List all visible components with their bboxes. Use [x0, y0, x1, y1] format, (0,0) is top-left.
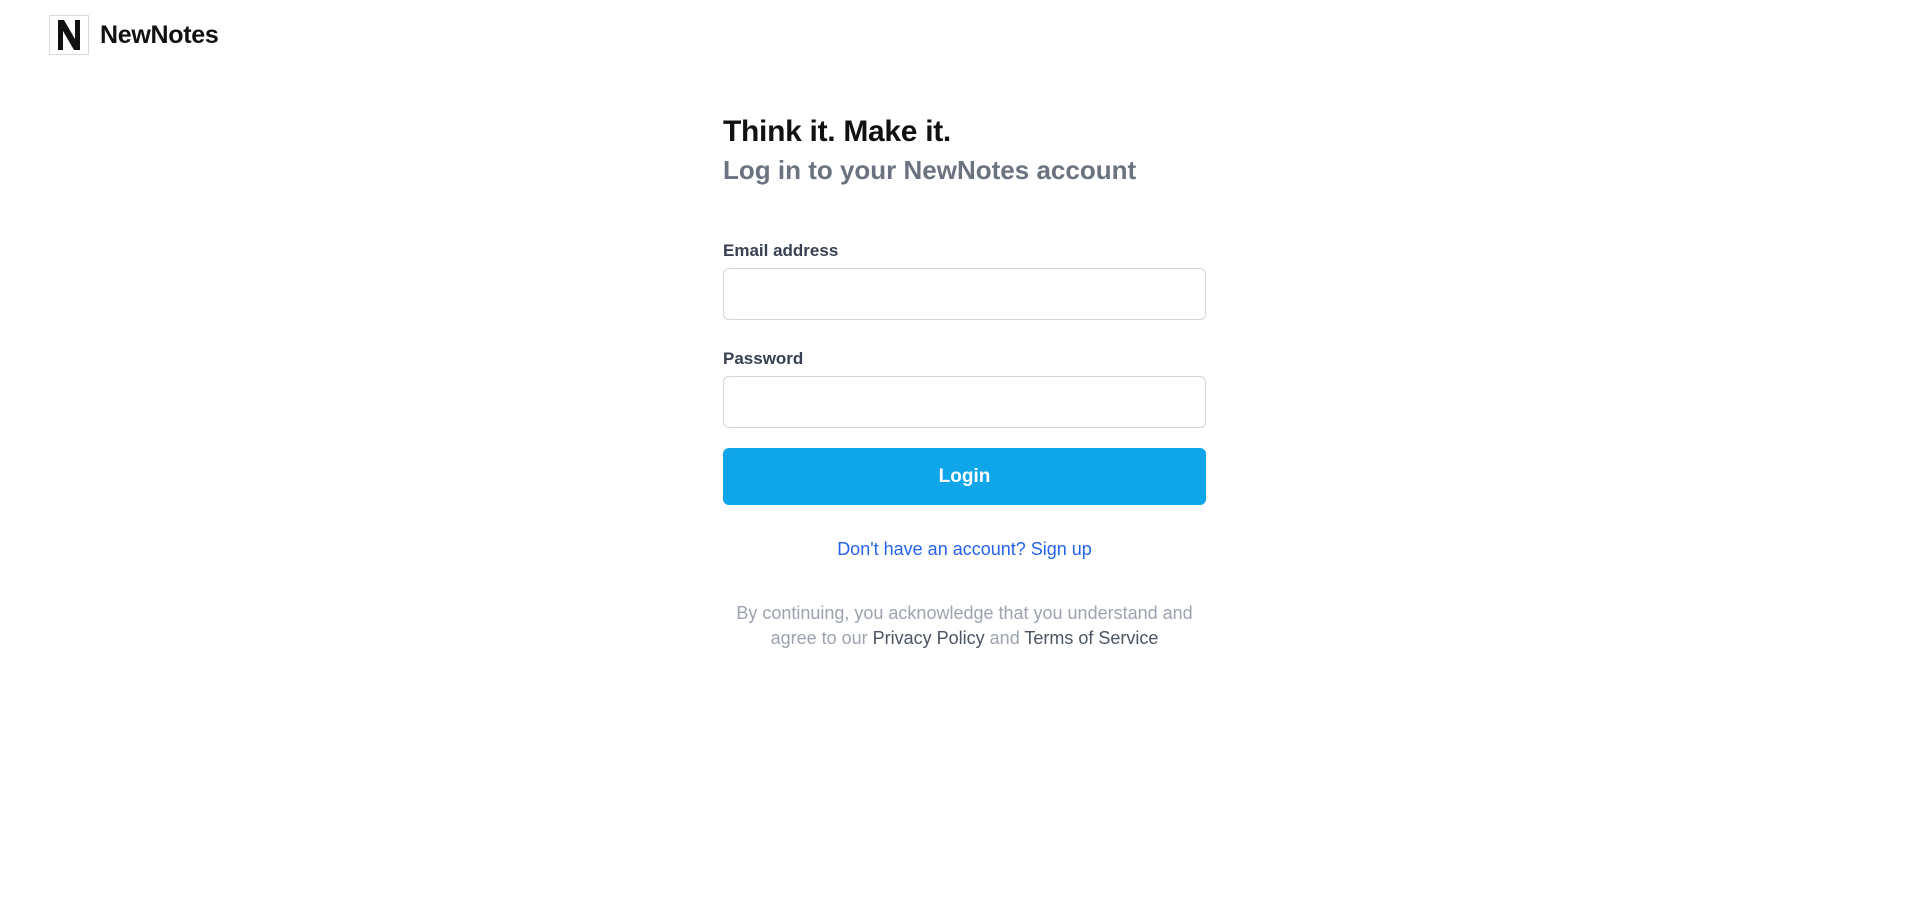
brand-name[interactable]: NewNotes [100, 21, 219, 50]
page-subtitle: Log in to your NewNotes account [723, 155, 1137, 185]
legal-and: and [984, 628, 1025, 648]
privacy-policy-link[interactable]: Privacy Policy [873, 628, 985, 648]
password-field[interactable] [723, 376, 1206, 428]
page-title: Think it. Make it. [723, 115, 951, 148]
email-label: Email address [723, 241, 839, 260]
signup-row: Don't have an account? Sign up [723, 537, 1206, 561]
newnotes-logo-icon[interactable] [49, 15, 89, 55]
legal-notice: By continuing, you acknowledge that you … [723, 601, 1206, 651]
login-form: Email address Password Login [723, 240, 1206, 505]
email-field[interactable] [723, 268, 1206, 320]
login-button[interactable]: Login [723, 448, 1206, 505]
signup-link[interactable]: Don't have an account? Sign up [837, 539, 1092, 559]
terms-of-service-link[interactable]: Terms of Service [1024, 628, 1158, 648]
app-header: NewNotes [49, 15, 219, 55]
login-panel: Think it. Make it. Log in to your NewNot… [723, 112, 1206, 651]
password-label: Password [723, 349, 804, 368]
